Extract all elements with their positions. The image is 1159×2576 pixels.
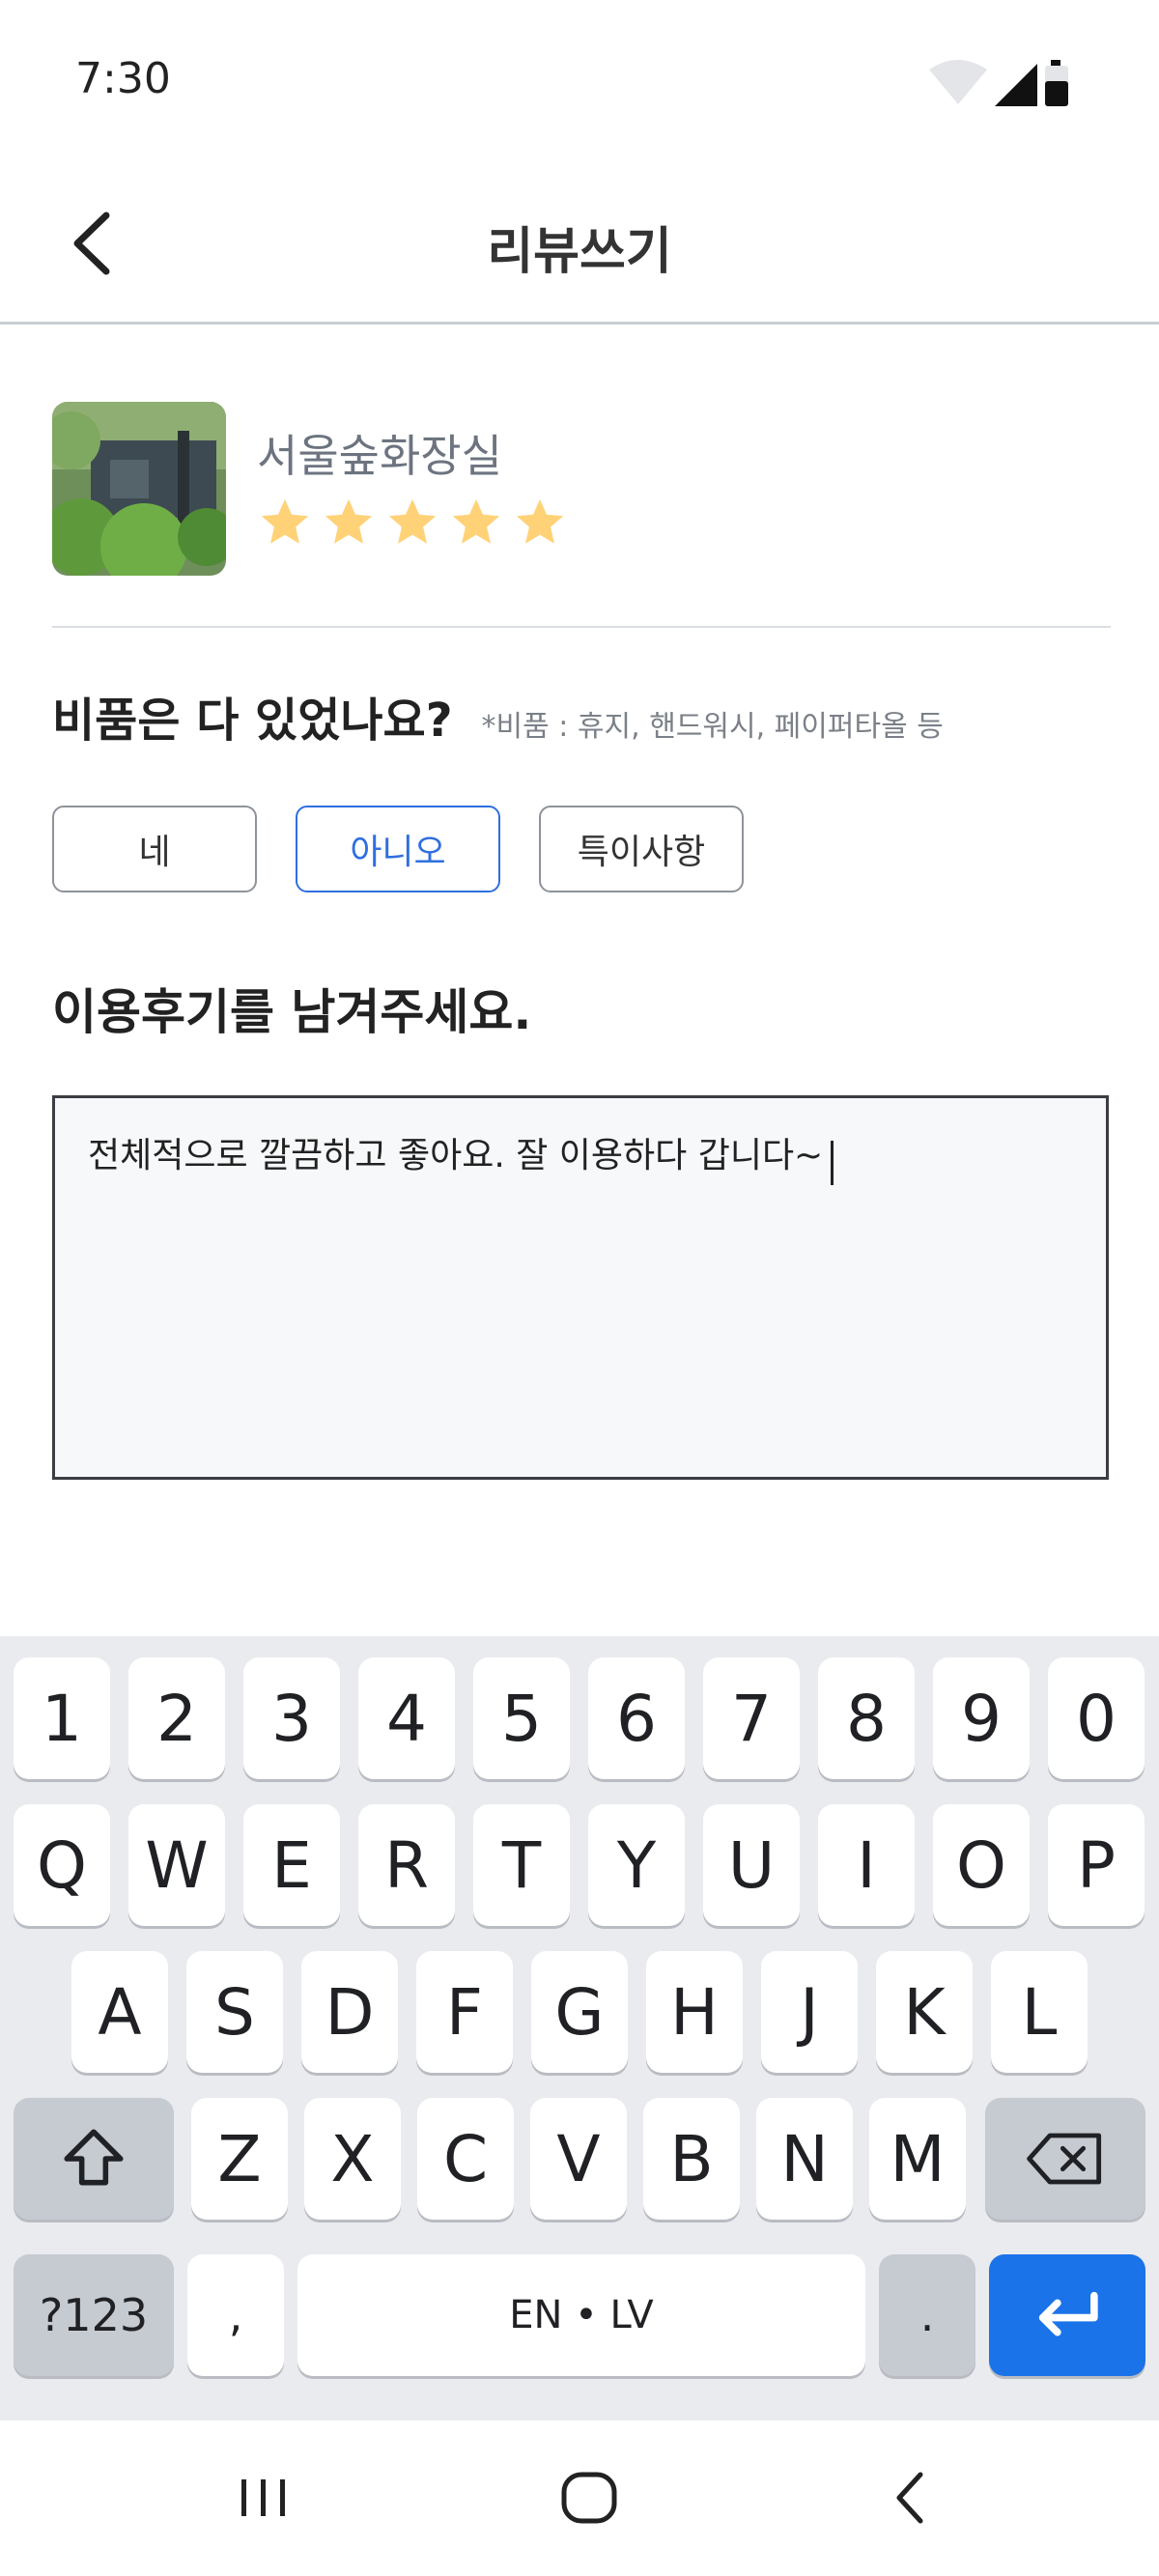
recent-apps-icon	[241, 2479, 285, 2516]
home-button[interactable]	[531, 2459, 647, 2536]
home-icon	[561, 2472, 617, 2524]
answer-options: 네 아니오 특이사항	[52, 806, 744, 892]
backspace-key[interactable]	[985, 2098, 1145, 2220]
symbols-key[interactable]: ?123	[14, 2254, 174, 2376]
key-h[interactable]: H	[646, 1951, 743, 2073]
option-yes-button[interactable]: 네	[52, 806, 257, 892]
review-text: 전체적으로 깔끔하고 좋아요. 잘 이용하다 갑니다~	[88, 1136, 824, 1175]
battery-icon	[1045, 60, 1068, 106]
star-icon[interactable]	[257, 495, 313, 551]
status-icons	[927, 56, 1082, 110]
key-2[interactable]: 2	[128, 1657, 225, 1779]
key-e[interactable]: E	[243, 1804, 340, 1926]
keyboard: 1 2 3 4 5 6 7 8 9 0 Q W E R T Y U I O P …	[0, 1636, 1159, 2420]
key-c[interactable]: C	[417, 2098, 514, 2220]
header: 리뷰쓰기	[0, 164, 1159, 325]
status-time: 7:30	[75, 54, 171, 103]
key-v[interactable]: V	[530, 2098, 627, 2220]
key-8[interactable]: 8	[818, 1657, 915, 1779]
key-6[interactable]: 6	[588, 1657, 685, 1779]
backspace-icon	[1027, 2133, 1102, 2185]
star-icon[interactable]	[321, 495, 377, 551]
key-a[interactable]: A	[71, 1951, 168, 2073]
key-z[interactable]: Z	[191, 2098, 288, 2220]
place-thumbnail	[52, 402, 226, 576]
review-title: 이용후기를 남겨주세요.	[52, 984, 532, 1040]
key-5[interactable]: 5	[473, 1657, 570, 1779]
key-n[interactable]: N	[756, 2098, 853, 2220]
space-key[interactable]: EN • LV	[297, 2254, 865, 2376]
question-title: 비품은 다 있었나요?	[52, 694, 453, 748]
option-special-notes-button[interactable]: 특이사항	[539, 806, 744, 892]
key-d[interactable]: D	[301, 1951, 398, 2073]
key-u[interactable]: U	[703, 1804, 800, 1926]
key-g[interactable]: G	[531, 1951, 628, 2073]
shift-icon	[64, 2129, 124, 2186]
shift-key[interactable]	[14, 2098, 174, 2220]
text-caret	[831, 1140, 834, 1185]
place-name: 서울숲화장실	[257, 430, 502, 482]
system-nav-bar	[0, 2420, 1159, 2576]
recent-apps-button[interactable]	[205, 2459, 321, 2536]
key-q[interactable]: Q	[14, 1804, 110, 1926]
status-bar: 7:30	[0, 0, 1159, 164]
key-k[interactable]: K	[876, 1951, 973, 2073]
enter-icon	[1038, 2291, 1098, 2336]
star-icon[interactable]	[448, 495, 504, 551]
key-m[interactable]: M	[869, 2098, 966, 2220]
key-j[interactable]: J	[761, 1951, 858, 2073]
nav-back-icon	[896, 2472, 923, 2524]
key-f[interactable]: F	[416, 1951, 513, 2073]
key-w[interactable]: W	[128, 1804, 225, 1926]
key-1[interactable]: 1	[14, 1657, 110, 1779]
star-icon[interactable]	[512, 495, 568, 551]
question-note: *비품 : 휴지, 핸드워시, 페이퍼타올 등	[481, 710, 944, 744]
page-title: 리뷰쓰기	[487, 223, 672, 281]
signal-icon	[995, 64, 1037, 106]
key-r[interactable]: R	[358, 1804, 455, 1926]
key-3[interactable]: 3	[243, 1657, 340, 1779]
key-9[interactable]: 9	[933, 1657, 1030, 1779]
key-o[interactable]: O	[933, 1804, 1030, 1926]
key-p[interactable]: P	[1048, 1804, 1145, 1926]
comma-key[interactable]: ,	[187, 2254, 284, 2376]
key-0[interactable]: 0	[1048, 1657, 1145, 1779]
key-7[interactable]: 7	[703, 1657, 800, 1779]
supplies-question: 비품은 다 있었나요? *비품 : 휴지, 핸드워시, 페이퍼타올 등	[52, 682, 1115, 759]
enter-key[interactable]	[989, 2254, 1145, 2376]
star-icon[interactable]	[384, 495, 440, 551]
key-b[interactable]: B	[643, 2098, 740, 2220]
key-t[interactable]: T	[473, 1804, 570, 1926]
option-no-button[interactable]: 아니오	[296, 806, 500, 892]
key-y[interactable]: Y	[588, 1804, 685, 1926]
key-l[interactable]: L	[991, 1951, 1088, 2073]
key-s[interactable]: S	[186, 1951, 283, 2073]
nav-back-button[interactable]	[854, 2459, 970, 2536]
star-rating[interactable]	[257, 495, 568, 551]
place-info: 서울숲화장실	[52, 402, 1111, 628]
wifi-icon	[929, 60, 987, 104]
review-textarea[interactable]: 전체적으로 깔끔하고 좋아요. 잘 이용하다 갑니다~	[52, 1095, 1109, 1480]
key-i[interactable]: I	[818, 1804, 915, 1926]
key-4[interactable]: 4	[358, 1657, 455, 1779]
period-key[interactable]: .	[879, 2254, 975, 2376]
key-x[interactable]: X	[304, 2098, 401, 2220]
